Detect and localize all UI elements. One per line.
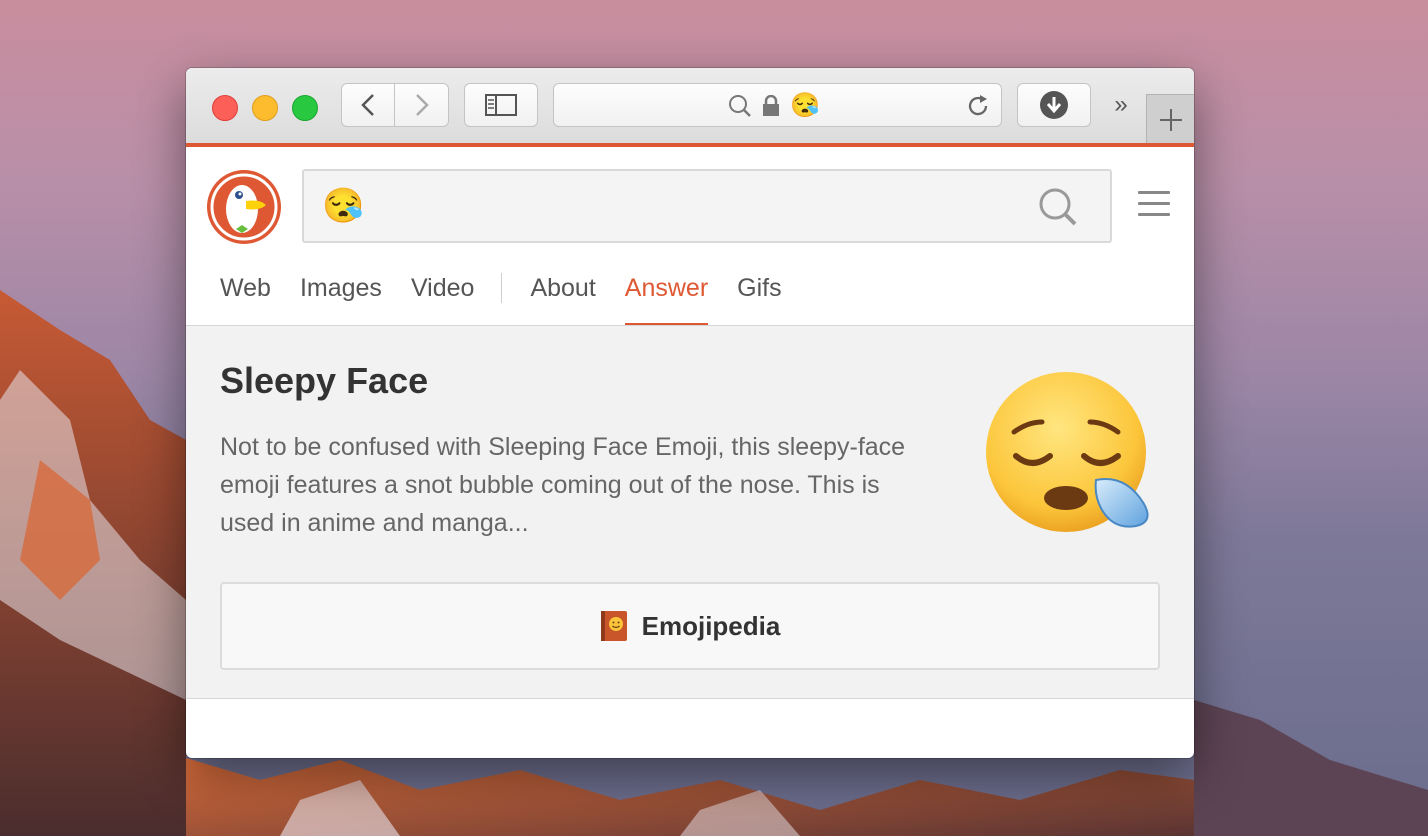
download-icon xyxy=(1040,91,1068,119)
tab-answer[interactable]: Answer xyxy=(624,267,709,325)
browser-window: 😪 » 😪 Web Images Video About Answer Gifs… xyxy=(186,68,1194,758)
new-tab-button[interactable] xyxy=(1146,94,1194,144)
chevron-right-icon xyxy=(415,94,429,116)
search-icon xyxy=(729,95,751,117)
address-bar[interactable]: 😪 xyxy=(553,83,1002,127)
vertical-tabs: Web Images Video About Answer Gifs xyxy=(220,267,811,325)
tab-gifs[interactable]: Gifs xyxy=(737,267,781,325)
plus-icon xyxy=(1160,108,1182,131)
menu-icon[interactable] xyxy=(1138,191,1170,217)
toolbar-overflow-button[interactable]: » xyxy=(1104,88,1138,122)
instant-answer-panel: Sleepy Face Not to be confused with Slee… xyxy=(186,326,1194,699)
lock-icon xyxy=(763,95,779,116)
address-emoji: 😪 xyxy=(790,92,820,119)
sleepy-face-emoji-image xyxy=(986,372,1149,532)
close-window-button[interactable] xyxy=(212,95,238,121)
search-input[interactable]: 😪 xyxy=(302,169,1112,243)
tab-images[interactable]: Images xyxy=(300,267,382,325)
back-button[interactable] xyxy=(341,83,395,127)
sidebar-icon xyxy=(485,94,517,116)
minimize-window-button[interactable] xyxy=(252,95,278,121)
tab-video[interactable]: Video xyxy=(411,267,475,325)
chevron-left-icon xyxy=(361,94,374,116)
tab-web[interactable]: Web xyxy=(220,267,271,325)
answer-description: Not to be confused with Sleeping Face Em… xyxy=(220,433,906,537)
emojipedia-book-icon xyxy=(600,611,627,641)
answer-title: Sleepy Face xyxy=(220,360,429,401)
search-query: 😪 xyxy=(322,187,365,225)
browser-toolbar: 😪 » xyxy=(186,68,1194,144)
double-chevron-icon: » xyxy=(1114,91,1128,118)
tab-divider xyxy=(501,273,503,303)
search-icon[interactable] xyxy=(1038,187,1078,227)
emojipedia-source-label: Emojipedia xyxy=(641,610,781,641)
downloads-button[interactable] xyxy=(1017,83,1091,127)
zoom-window-button[interactable] xyxy=(292,95,318,121)
forward-button[interactable] xyxy=(395,83,449,127)
duckduckgo-logo-icon[interactable] xyxy=(206,169,282,245)
emojipedia-source-button[interactable]: Emojipedia xyxy=(220,582,1160,670)
sidebar-toggle-button[interactable] xyxy=(464,83,538,127)
duckduckgo-header: 😪 Web Images Video About Answer Gifs xyxy=(186,147,1194,326)
reload-icon[interactable] xyxy=(965,93,991,119)
tab-about[interactable]: About xyxy=(530,267,595,325)
